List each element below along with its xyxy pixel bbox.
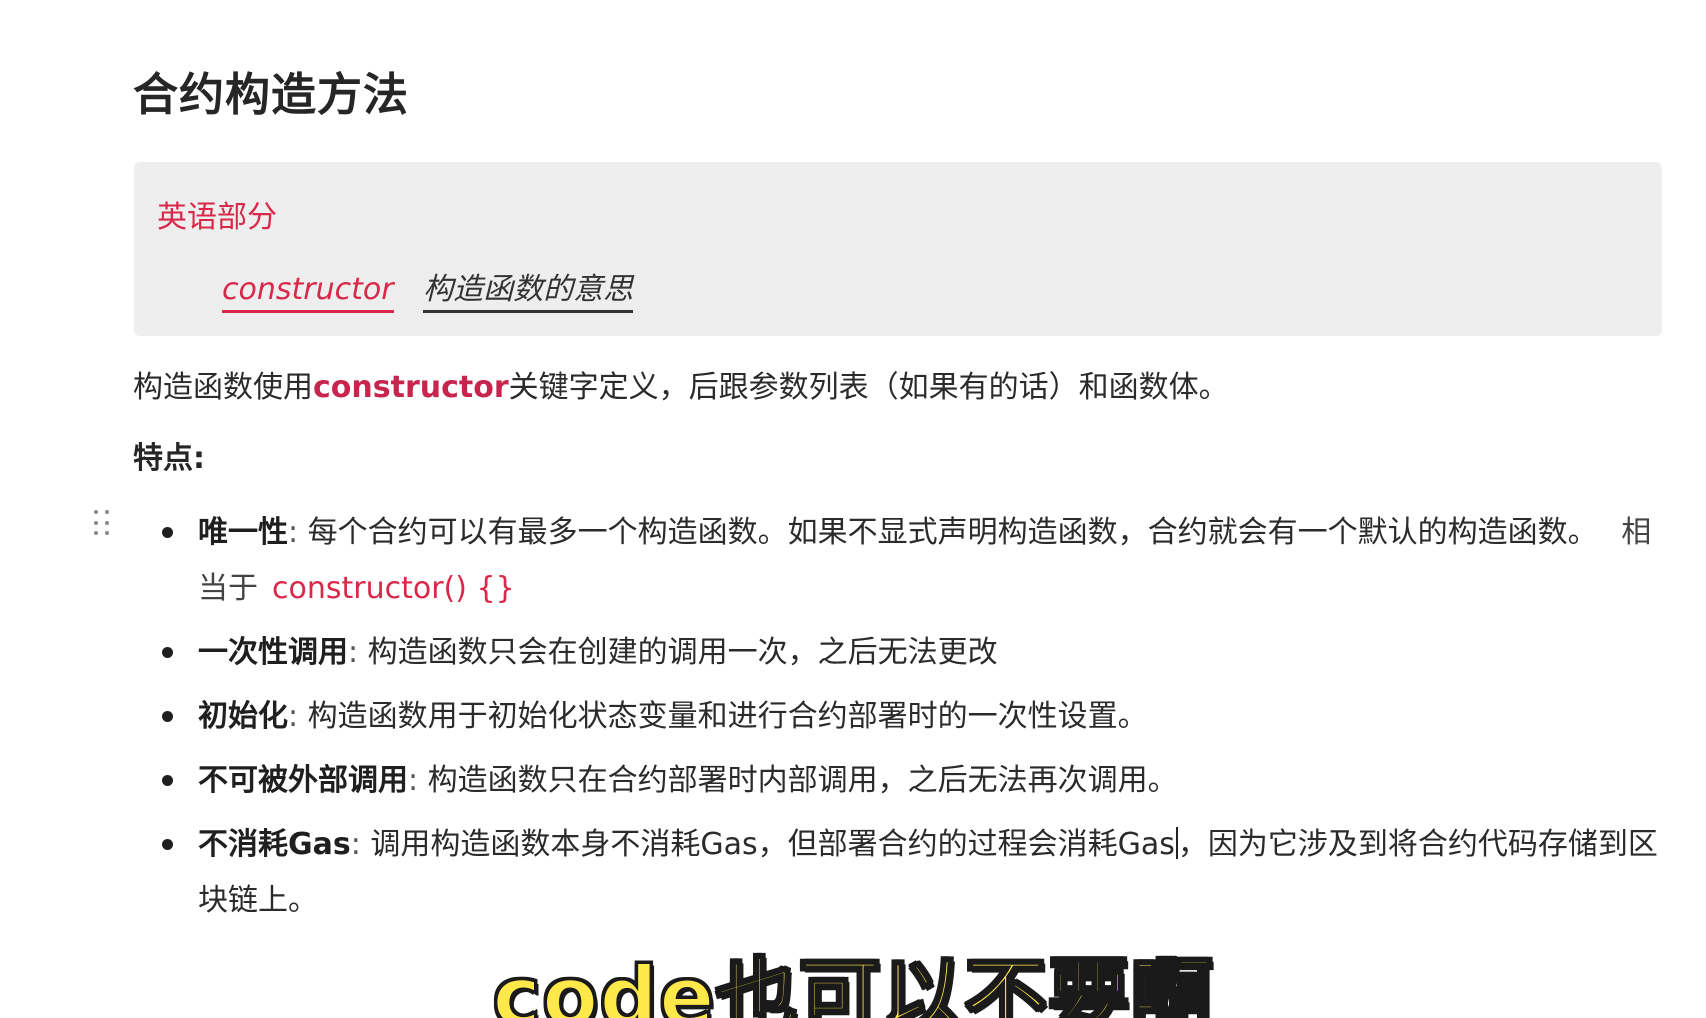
bullet-icon (162, 711, 173, 722)
term-row: constructor 构造函数的意思 (222, 264, 634, 313)
term-chinese: 构造函数的意思 (423, 272, 634, 313)
feature-name: 初始化 (198, 699, 288, 734)
document-page: 合约构造方法 英语部分 constructor 构造函数的意思 构造函数使用co… (0, 0, 1706, 1018)
video-subtitle: code也可以不要啊 (491, 949, 1214, 1018)
feature-separator: : (408, 763, 428, 798)
feature-separator: : (350, 827, 371, 862)
bullet-icon (162, 527, 173, 538)
feature-text: 构造函数只在合约部署时内部调用，之后无法再次调用。 (427, 763, 1178, 798)
feature-text: 每个合约可以有最多一个构造函数。如果不显式声明构造函数，合约就会有一个默认的构造… (307, 515, 1598, 550)
list-item[interactable]: 唯一性: 每个合约可以有最多一个构造函数。如果不显式声明构造函数，合约就会有一个… (160, 505, 1660, 617)
feature-text: 构造函数只会在创建的调用一次，之后无法更改 (367, 635, 998, 670)
feature-separator: : (348, 635, 368, 670)
list-item[interactable]: 不可被外部调用: 构造函数只在合约部署时内部调用，之后无法再次调用。 (160, 753, 1660, 809)
bullet-icon (162, 775, 173, 786)
features-list: 唯一性: 每个合约可以有最多一个构造函数。如果不显式声明构造函数，合约就会有一个… (160, 505, 1660, 937)
feature-name: 不消耗Gas (198, 827, 351, 862)
list-item[interactable]: 一次性调用: 构造函数只会在创建的调用一次，之后无法更改 (160, 625, 1660, 681)
page-title: 合约构造方法 (133, 68, 410, 121)
feature-text: 构造函数用于初始化状态变量和进行合约部署时的一次性设置。 (307, 699, 1148, 734)
drag-handle-icon[interactable] (94, 510, 112, 538)
feature-separator: : (288, 515, 308, 550)
intro-keyword: constructor (313, 370, 509, 405)
list-item[interactable]: 不消耗Gas: 调用构造函数本身不消耗Gas，但部署合约的过程会消耗Gas ，因为… (160, 817, 1660, 929)
intro-before: 构造函数使用 (133, 370, 313, 405)
feature-extra-code: constructor() {} (272, 571, 515, 606)
intro-after: 关键字定义，后跟参数列表（如果有的话）和函数体。 (508, 370, 1229, 405)
feature-separator: : (288, 699, 308, 734)
feature-name: 不可被外部调用 (198, 763, 408, 798)
bullet-icon (162, 647, 173, 658)
feature-text-before-caret: 调用构造函数本身不消耗Gas，但部署合约的过程会消耗Gas (370, 827, 1175, 862)
callout-title: 英语部分 (157, 200, 277, 235)
list-item[interactable]: 初始化: 构造函数用于初始化状态变量和进行合约部署时的一次性设置。 (160, 689, 1660, 745)
term-english: constructor (222, 272, 394, 313)
callout-block: 英语部分 constructor 构造函数的意思 (134, 162, 1662, 336)
feature-name: 一次性调用 (198, 635, 348, 670)
features-label: 特点: (133, 441, 205, 476)
intro-paragraph: 构造函数使用constructor关键字定义，后跟参数列表（如果有的话）和函数体… (133, 362, 1229, 406)
feature-name: 唯一性 (198, 515, 288, 550)
bullet-icon (162, 839, 173, 850)
